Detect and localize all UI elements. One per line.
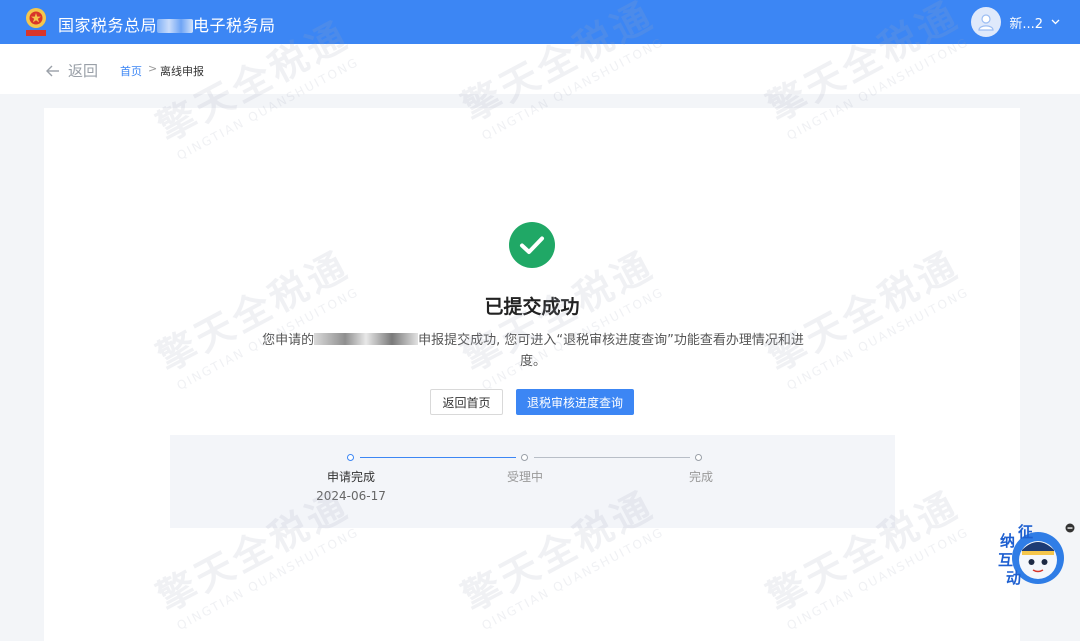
desc-suffix: 申报提交成功, 您可进入“退税审核进度查询”功能查看办理情况和进度。 (418, 333, 804, 369)
step-label-1: 申请完成 (326, 470, 375, 484)
breadcrumb-home-link[interactable]: 首页 (120, 63, 142, 79)
success-check-icon (509, 222, 555, 268)
redacted-text (314, 333, 419, 345)
user-menu[interactable]: 新...2 (971, 7, 1060, 37)
widget-char-4: 动 (1006, 569, 1022, 587)
user-icon (978, 14, 994, 31)
step-connector-done (360, 457, 516, 458)
progress-steps: 申请完成 2024-06-17 受理中 完成 (170, 435, 895, 528)
back-button[interactable]: 返回 (46, 60, 98, 81)
widget-char-2: 纳 (1000, 532, 1016, 550)
site-title: 国家税务总局 电子税务局 (58, 12, 276, 36)
refund-progress-query-button[interactable]: 退税审核进度查询 (516, 389, 634, 415)
site-title-suffix: 电子税务局 (193, 16, 276, 35)
result-card: 已提交成功 您申请的 申报提交成功, 您可进入“退税审核进度查询”功能查看办理情况… (44, 108, 1020, 641)
user-avatar (971, 7, 1002, 37)
step-label-2: 受理中 (506, 470, 543, 484)
step-dot-2 (521, 454, 528, 461)
step-label-3: 完成 (688, 470, 713, 484)
success-description: 您申请的 申报提交成功, 您可进入“退税审核进度查询”功能查看办理情况和进度。 (260, 330, 806, 372)
top-header: 国家税务总局 电子税务局 新...2 (0, 0, 1080, 44)
desc-prefix: 您申请的 (262, 333, 315, 348)
success-title: 已提交成功 (484, 296, 580, 318)
arrow-left-icon (46, 65, 59, 76)
breadcrumb-current: 离线申报 (160, 65, 204, 78)
back-label: 返回 (68, 62, 99, 80)
step-dot-3 (695, 454, 702, 461)
tax-emblem-icon (26, 8, 46, 36)
step-dot-1 (347, 454, 354, 461)
return-home-button[interactable]: 返回首页 (430, 389, 503, 415)
breadcrumb-bar: 返回 首页 > 离线申报 (0, 44, 1080, 94)
username: 新...2 (1009, 16, 1043, 32)
tax-interaction-widget[interactable]: 征 纳 互 动 (996, 522, 1080, 590)
step-connector-pending (534, 457, 690, 458)
chevron-down-icon (1051, 19, 1060, 25)
step-date-1: 2024-06-17 (316, 489, 386, 503)
redacted-region (157, 19, 194, 33)
widget-char-1: 征 (1018, 523, 1034, 541)
breadcrumb-separator: > (148, 62, 158, 75)
site-title-prefix: 国家税务总局 (58, 16, 158, 35)
